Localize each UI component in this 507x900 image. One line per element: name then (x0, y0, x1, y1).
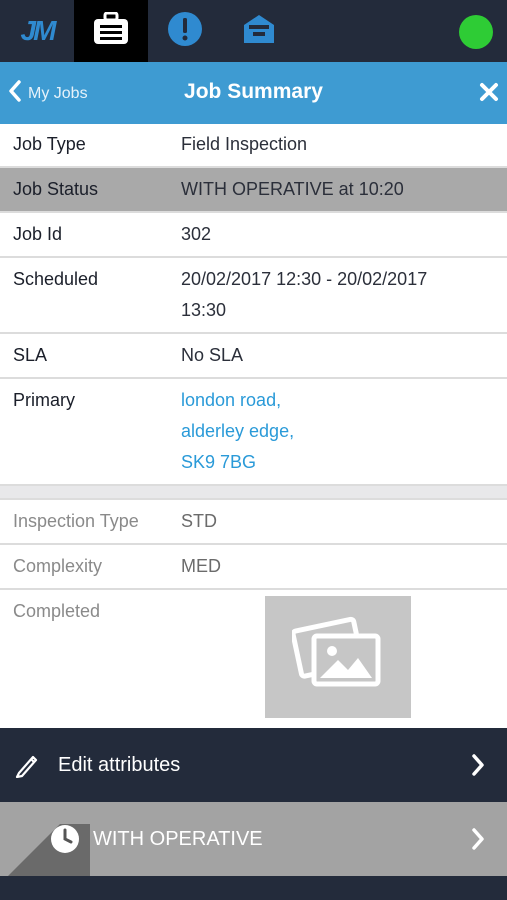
detail-row-scheduled: Scheduled 20/02/2017 12:30 - 20/02/2017 … (0, 258, 507, 334)
tab-inbox[interactable] (222, 0, 296, 62)
bottom-strip (0, 876, 507, 900)
detail-row-job-id: Job Id 302 (0, 213, 507, 258)
edit-attributes-button[interactable]: Edit attributes (0, 728, 507, 802)
address-line-2[interactable]: alderley edge, (181, 416, 507, 447)
job-status-action-label: WITH OPERATIVE (93, 827, 263, 850)
detail-row-primary: Primary london road, alderley edge, SK9 … (0, 379, 507, 486)
attr-row-complexity: Complexity MED (0, 545, 507, 590)
completed-value (181, 596, 507, 718)
job-id-value: 302 (181, 224, 212, 244)
clock-icon (50, 824, 80, 854)
inspection-type-value: STD (181, 511, 217, 531)
scheduled-label: Scheduled (13, 269, 99, 289)
detail-row-job-status: Job Status WITH OPERATIVE at 10:20 (0, 168, 507, 213)
sla-value: No SLA (181, 345, 244, 365)
online-status-indicator (459, 15, 493, 49)
primary-label: Primary (13, 390, 75, 410)
page-header: My Jobs Job Summary (0, 62, 507, 124)
chevron-right-icon (471, 754, 485, 782)
photo-placeholder[interactable] (265, 596, 411, 718)
detail-row-job-type: Job Type Field Inspection (0, 124, 507, 168)
attr-row-inspection-type: Inspection Type STD (0, 500, 507, 545)
tab-jobs[interactable] (74, 0, 148, 62)
detail-row-sla: SLA No SLA (0, 334, 507, 379)
job-type-value: Field Inspection (181, 134, 308, 154)
page-title: Job Summary (184, 80, 323, 103)
sla-label: SLA (13, 345, 48, 365)
section-divider (0, 486, 507, 500)
job-details-list: Job Type Field Inspection Job Status WIT… (0, 124, 507, 732)
complexity-value: MED (181, 556, 221, 576)
job-status-value: WITH OPERATIVE at 10:20 (181, 179, 404, 199)
chevron-right-icon (471, 828, 485, 856)
primary-address[interactable]: london road, alderley edge, SK9 7BG (181, 385, 507, 478)
complexity-label: Complexity (13, 556, 103, 576)
completed-label: Completed (13, 601, 101, 621)
job-id-label: Job Id (13, 224, 63, 244)
close-button[interactable] (479, 82, 499, 107)
app-logo: JM (20, 15, 57, 46)
top-nav-bar: JM (0, 0, 507, 62)
inspection-type-label: Inspection Type (13, 511, 139, 531)
job-type-label: Job Type (13, 134, 86, 154)
image-icon (290, 614, 384, 700)
tab-alerts[interactable] (148, 0, 222, 62)
inbox-icon (241, 13, 277, 50)
attr-row-completed: Completed (0, 590, 507, 732)
briefcase-icon (92, 11, 130, 51)
address-line-3[interactable]: SK9 7BG (181, 447, 507, 478)
scheduled-value: 20/02/2017 12:30 - 20/02/2017 13:30 (181, 269, 428, 320)
address-line-1[interactable]: london road, (181, 385, 507, 416)
job-status-button[interactable]: WITH OPERATIVE (0, 802, 507, 876)
close-icon (479, 83, 499, 106)
job-status-label: Job Status (13, 179, 99, 199)
pencil-icon (14, 752, 40, 778)
edit-attributes-label: Edit attributes (58, 753, 181, 776)
logo-tab[interactable]: JM (0, 0, 74, 62)
alert-icon (167, 11, 203, 52)
